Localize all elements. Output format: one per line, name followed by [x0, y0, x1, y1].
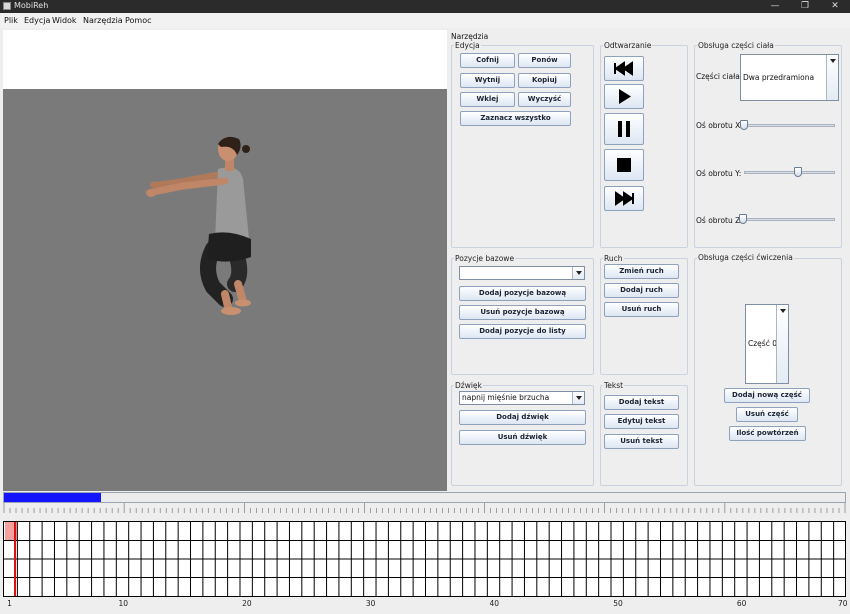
timeline-axis-label: 1 — [7, 599, 12, 608]
timeline-axis-label: 20 — [242, 599, 252, 608]
repeats-button[interactable]: Ilość powtórzeń — [729, 426, 806, 441]
pause-icon — [618, 121, 630, 137]
edit-text-button[interactable]: Edytuj tekst — [604, 414, 679, 429]
add-move-button[interactable]: Dodaj ruch — [604, 283, 679, 298]
remove-sound-button[interactable]: Usuń dźwięk — [459, 430, 586, 445]
body-parts-group-title: Obsługa części ciała — [697, 41, 775, 50]
remove-move-button[interactable]: Usuń ruch — [604, 302, 679, 317]
avatar-figure — [146, 136, 251, 315]
playback-progress-bar[interactable] — [3, 492, 846, 503]
cut-button[interactable]: Wytnij — [460, 73, 515, 88]
add-text-button[interactable]: Dodaj tekst — [604, 395, 679, 410]
close-button[interactable]: ✕ — [820, 0, 850, 13]
skip-back-icon — [614, 61, 633, 76]
exercise-parts-group-title: Obsługa części ćwiczenia — [697, 253, 794, 262]
menu-file[interactable]: Plik — [4, 16, 18, 25]
exercise-part-select[interactable]: Część 0 — [745, 304, 789, 384]
add-to-list-button[interactable]: Dodaj pozycje do listy — [459, 324, 586, 339]
menu-tools[interactable]: Narzędzia — [83, 16, 123, 25]
undo-button[interactable]: Cofnij — [460, 53, 515, 68]
remove-text-button[interactable]: Usuń tekst — [604, 434, 679, 449]
axis-y-track[interactable] — [744, 171, 835, 174]
chevron-down-icon[interactable] — [572, 392, 584, 404]
sound-select[interactable]: napnij mięśnie brzucha — [459, 391, 585, 405]
add-base-position-button[interactable]: Dodaj pozycje bazową — [459, 286, 586, 301]
menu-help[interactable]: Pomoc — [125, 16, 152, 25]
timeline-axis: 1 10 20 30 40 50 60 70 — [3, 597, 848, 611]
clear-button[interactable]: Wyczyść — [518, 92, 571, 107]
base-position-select[interactable] — [459, 266, 585, 280]
select-all-button[interactable]: Zaznacz wszystko — [460, 111, 571, 126]
chevron-down-icon[interactable] — [826, 55, 838, 100]
remove-part-button[interactable]: Usuń część — [736, 407, 798, 422]
base-positions-group-title: Pozycje bazowe — [454, 254, 516, 263]
add-sound-button[interactable]: Dodaj dźwięk — [459, 410, 586, 425]
stop-icon — [617, 158, 631, 172]
skip-forward-icon — [615, 191, 634, 206]
axis-z-label: Oś obrotu Z: — [696, 216, 743, 225]
menu-bar: Plik Edycja Widok Narzędzia Pomoc — [0, 13, 850, 28]
play-icon — [619, 89, 631, 104]
add-part-button[interactable]: Dodaj nową część — [724, 388, 810, 403]
axis-z-track[interactable] — [741, 218, 835, 221]
timeline-axis-label: 70 — [838, 599, 848, 608]
window-title: MobiReh — [14, 1, 49, 10]
move-group-title: Ruch — [603, 254, 624, 263]
progress-fill — [4, 493, 101, 502]
viewport-header-area — [3, 30, 447, 89]
body-part-select[interactable]: Dwa przedramiona — [740, 54, 839, 101]
timeline-ruler — [3, 503, 846, 513]
axis-z-slider[interactable] — [739, 214, 747, 224]
change-move-button[interactable]: Zmień ruch — [604, 264, 679, 279]
remove-base-position-button[interactable]: Usuń pozycje bazową — [459, 305, 586, 320]
exercise-part-value: Część 0 — [748, 339, 777, 348]
axis-y-label: Oś obrotu Y: — [696, 169, 742, 178]
minimize-button[interactable]: — — [760, 0, 790, 13]
timeline-axis-label: 40 — [489, 599, 500, 608]
timeline-axis-label: 50 — [613, 599, 623, 608]
body-part-value: Dwa przedramiona — [743, 73, 815, 82]
paste-button[interactable]: Wklej — [460, 92, 515, 107]
pause-button[interactable] — [604, 113, 644, 145]
axis-y-slider[interactable] — [793, 167, 802, 177]
title-bar: MobiReh — ❐ ✕ — [0, 0, 850, 13]
chevron-down-icon[interactable] — [572, 267, 584, 279]
sound-value: napnij mięśnie brzucha — [462, 393, 550, 402]
stop-button[interactable] — [604, 149, 644, 181]
menu-edit[interactable]: Edycja — [24, 16, 50, 25]
3d-viewport[interactable] — [3, 89, 447, 491]
text-group-title: Tekst — [603, 381, 625, 390]
timeline-axis-label: 60 — [736, 599, 747, 608]
body-part-label: Części ciała: — [696, 72, 743, 81]
copy-button[interactable]: Kopiuj — [518, 73, 571, 88]
sound-group-title: Dźwięk — [454, 381, 483, 390]
redo-button[interactable]: Ponów — [518, 53, 571, 68]
skip-back-button[interactable] — [604, 56, 644, 81]
timeline-axis-label: 10 — [118, 599, 129, 608]
edit-group-title: Edycja — [454, 41, 481, 50]
timeline-grid[interactable] — [3, 521, 846, 597]
play-button[interactable] — [604, 84, 644, 109]
axis-x-label: Oś obrotu X: — [696, 121, 743, 130]
restore-button[interactable]: ❐ — [790, 0, 820, 13]
playback-group-title: Odtwarzanie — [603, 41, 653, 50]
axis-x-slider[interactable] — [740, 120, 748, 130]
axis-x-track[interactable] — [742, 124, 835, 127]
app-icon — [3, 2, 11, 10]
menu-view[interactable]: Widok — [52, 16, 77, 25]
tools-title: Narzędzia — [451, 32, 489, 41]
skip-forward-button[interactable] — [604, 186, 644, 211]
timeline-axis-label: 30 — [365, 599, 376, 608]
chevron-down-icon[interactable] — [776, 305, 788, 383]
